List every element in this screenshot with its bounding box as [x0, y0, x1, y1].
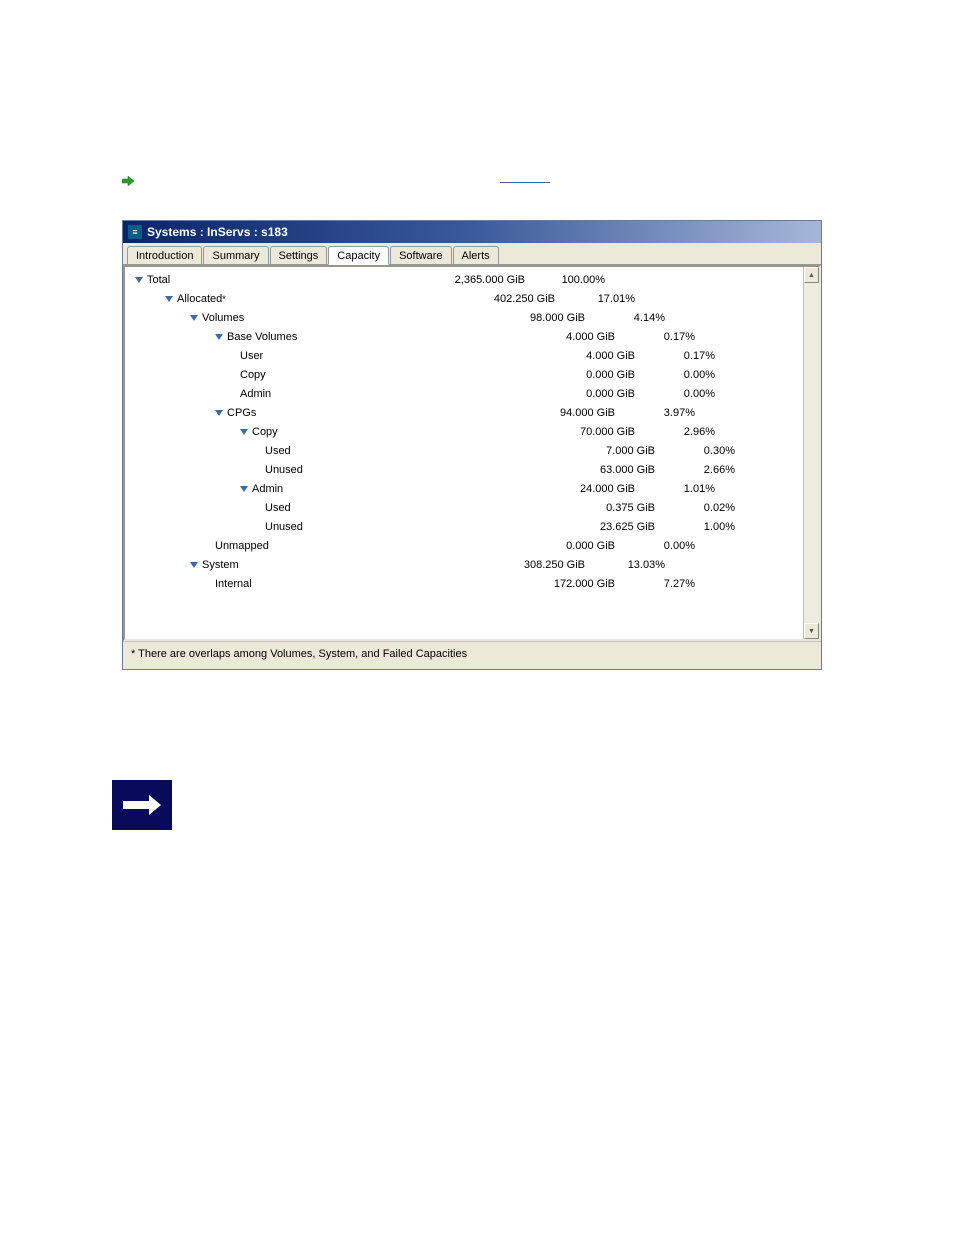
- row-percent: 3.97%: [615, 407, 695, 419]
- row-label: Used: [125, 445, 555, 457]
- row-size: 70.000 GiB: [535, 426, 635, 438]
- row-percent: 100.00%: [525, 274, 605, 286]
- row-size: 4.000 GiB: [535, 350, 635, 362]
- row-percent: 0.00%: [635, 369, 715, 381]
- app-icon: ≡: [128, 225, 142, 239]
- capacity-tree: Total2,365.000 GiB100.00%Allocated*402.2…: [125, 267, 803, 639]
- row-label: Base Volumes: [125, 331, 515, 343]
- row-percent: 7.27%: [615, 578, 695, 590]
- row-label: Admin: [125, 388, 535, 400]
- row-size: 94.000 GiB: [515, 407, 615, 419]
- row-size: 0.000 GiB: [535, 369, 635, 381]
- capacity-row[interactable]: Allocated*402.250 GiB17.01%: [125, 289, 803, 308]
- capacity-row: Unused63.000 GiB2.66%: [125, 460, 803, 479]
- row-percent: 4.14%: [585, 312, 665, 324]
- row-percent: 0.00%: [635, 388, 715, 400]
- scroll-down-button[interactable]: ▼: [804, 623, 819, 639]
- capacity-row[interactable]: Admin24.000 GiB1.01%: [125, 479, 803, 498]
- row-size: 4.000 GiB: [515, 331, 615, 343]
- row-label: CPGs: [125, 407, 515, 419]
- row-size: 0.000 GiB: [515, 540, 615, 552]
- tab-software[interactable]: Software: [390, 246, 451, 264]
- row-size: 2,365.000 GiB: [425, 274, 525, 286]
- capacity-row[interactable]: Total2,365.000 GiB100.00%: [125, 270, 803, 289]
- row-percent: 2.96%: [635, 426, 715, 438]
- row-percent: 0.17%: [615, 331, 695, 343]
- scroll-track[interactable]: [804, 283, 819, 623]
- expand-icon[interactable]: [215, 410, 223, 416]
- expand-icon[interactable]: [240, 486, 248, 492]
- row-label: Internal: [125, 578, 515, 590]
- expand-icon[interactable]: [240, 429, 248, 435]
- tab-settings[interactable]: Settings: [270, 246, 328, 264]
- scroll-up-button[interactable]: ▲: [804, 267, 819, 283]
- note-callout: [112, 780, 172, 830]
- capacity-row: Unmapped0.000 GiB0.00%: [125, 536, 803, 555]
- row-percent: 0.30%: [655, 445, 735, 457]
- capacity-row: Unused23.625 GiB1.00%: [125, 517, 803, 536]
- row-percent: 0.02%: [655, 502, 735, 514]
- row-size: 7.000 GiB: [555, 445, 655, 457]
- row-percent: 2.66%: [655, 464, 735, 476]
- row-size: 0.375 GiB: [555, 502, 655, 514]
- capacity-row: Used7.000 GiB0.30%: [125, 441, 803, 460]
- row-size: 63.000 GiB: [555, 464, 655, 476]
- row-label: System: [125, 559, 485, 571]
- row-percent: 13.03%: [585, 559, 665, 571]
- nav-arrow-icon: [122, 176, 134, 186]
- row-label: User: [125, 350, 535, 362]
- capacity-row[interactable]: System308.250 GiB13.03%: [125, 555, 803, 574]
- row-size: 23.625 GiB: [555, 521, 655, 533]
- row-label: Unmapped: [125, 540, 515, 552]
- row-label: Allocated*: [125, 293, 455, 305]
- row-label: Volumes: [125, 312, 485, 324]
- capacity-row[interactable]: Base Volumes4.000 GiB0.17%: [125, 327, 803, 346]
- capacity-row[interactable]: Copy70.000 GiB2.96%: [125, 422, 803, 441]
- row-percent: 0.00%: [615, 540, 695, 552]
- window-title: Systems : InServs : s183: [147, 225, 288, 239]
- tab-capacity[interactable]: Capacity: [328, 246, 389, 265]
- capacity-row: Used0.375 GiB0.02%: [125, 498, 803, 517]
- expand-icon[interactable]: [165, 296, 173, 302]
- row-size: 172.000 GiB: [515, 578, 615, 590]
- row-percent: 1.00%: [655, 521, 735, 533]
- tab-introduction[interactable]: Introduction: [127, 246, 202, 264]
- expand-icon[interactable]: [190, 562, 198, 568]
- window-titlebar: ≡ Systems : InServs : s183: [123, 221, 821, 243]
- scrollbar-vertical[interactable]: ▲ ▼: [803, 267, 819, 639]
- tab-alerts[interactable]: Alerts: [453, 246, 499, 264]
- row-percent: 1.01%: [635, 483, 715, 495]
- row-percent: 17.01%: [555, 293, 635, 305]
- capacity-row: Internal172.000 GiB7.27%: [125, 574, 803, 593]
- window: ≡ Systems : InServs : s183 IntroductionS…: [122, 220, 822, 670]
- row-size: 24.000 GiB: [535, 483, 635, 495]
- tab-summary[interactable]: Summary: [203, 246, 268, 264]
- row-size: 308.250 GiB: [485, 559, 585, 571]
- link-underline: [500, 182, 550, 183]
- arrow-right-icon: [123, 798, 161, 812]
- row-label: Admin: [125, 483, 535, 495]
- expand-icon[interactable]: [135, 277, 143, 283]
- row-label: Total: [125, 274, 425, 286]
- capacity-row: Admin0.000 GiB0.00%: [125, 384, 803, 403]
- capacity-row: Copy0.000 GiB0.00%: [125, 365, 803, 384]
- footnote-text: * There are overlaps among Volumes, Syst…: [123, 641, 821, 669]
- expand-icon[interactable]: [190, 315, 198, 321]
- row-percent: 0.17%: [635, 350, 715, 362]
- row-size: 0.000 GiB: [535, 388, 635, 400]
- row-label: Copy: [125, 426, 535, 438]
- row-label: Copy: [125, 369, 535, 381]
- capacity-row[interactable]: CPGs94.000 GiB3.97%: [125, 403, 803, 422]
- row-label: Used: [125, 502, 555, 514]
- row-label: Unused: [125, 521, 555, 533]
- row-size: 402.250 GiB: [455, 293, 555, 305]
- row-size: 98.000 GiB: [485, 312, 585, 324]
- tab-strip: IntroductionSummarySettingsCapacitySoftw…: [123, 243, 821, 265]
- capacity-row[interactable]: Volumes98.000 GiB4.14%: [125, 308, 803, 327]
- capacity-row: User4.000 GiB0.17%: [125, 346, 803, 365]
- row-label: Unused: [125, 464, 555, 476]
- expand-icon[interactable]: [215, 334, 223, 340]
